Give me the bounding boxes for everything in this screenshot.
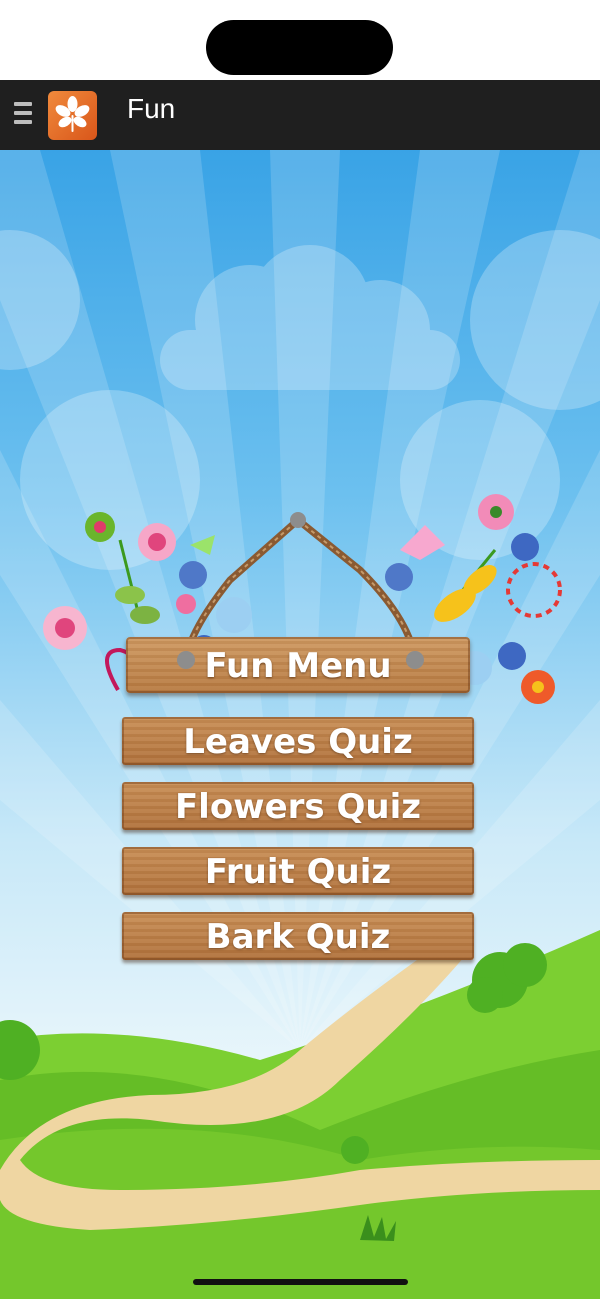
status-bar — [0, 0, 600, 80]
fun-menu-sign: Fun Menu — [126, 637, 470, 693]
home-indicator[interactable] — [193, 1279, 408, 1285]
leaves-quiz-button[interactable]: Leaves Quiz — [122, 717, 474, 765]
flowers-quiz-button[interactable]: Flowers Quiz — [122, 782, 474, 830]
top-nav-bar — [0, 80, 600, 150]
hamburger-menu-icon[interactable] — [12, 102, 34, 128]
page-title: Fun — [127, 93, 176, 124]
bark-quiz-button[interactable]: Bark Quiz — [122, 912, 474, 960]
fruit-quiz-button[interactable]: Fruit Quiz — [122, 847, 474, 895]
dynamic-island — [206, 20, 393, 75]
leaf-logo-icon[interactable] — [48, 91, 97, 140]
